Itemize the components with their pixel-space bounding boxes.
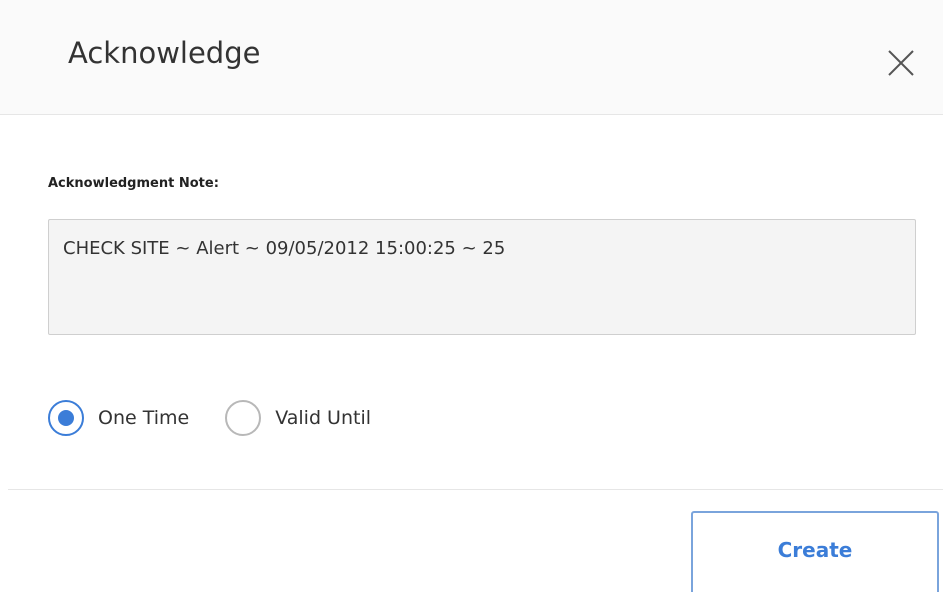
acknowledge-dialog: Acknowledge Acknowledgment Note: CHECK S… [0,0,943,592]
radio-label-valid-until: Valid Until [275,407,372,429]
dialog-header: Acknowledge [0,0,943,115]
radio-valid-until[interactable] [225,400,262,436]
footer-divider [8,489,943,490]
radio-option-one-time[interactable]: One Time [48,400,189,436]
dialog-title: Acknowledge [68,36,261,70]
close-icon [888,50,914,76]
acknowledgment-note-field[interactable]: CHECK SITE ~ Alert ~ 09/05/2012 15:00:25… [48,219,916,335]
note-label: Acknowledgment Note: [48,176,219,191]
radio-one-time[interactable] [48,400,84,436]
create-button-label: Create [777,538,853,562]
frequency-radio-group: One Time Valid Until [48,398,407,438]
close-button[interactable] [884,46,918,80]
create-button[interactable]: Create [691,511,939,592]
radio-option-valid-until[interactable]: Valid Until [225,400,371,436]
radio-label-one-time: One Time [98,407,190,429]
